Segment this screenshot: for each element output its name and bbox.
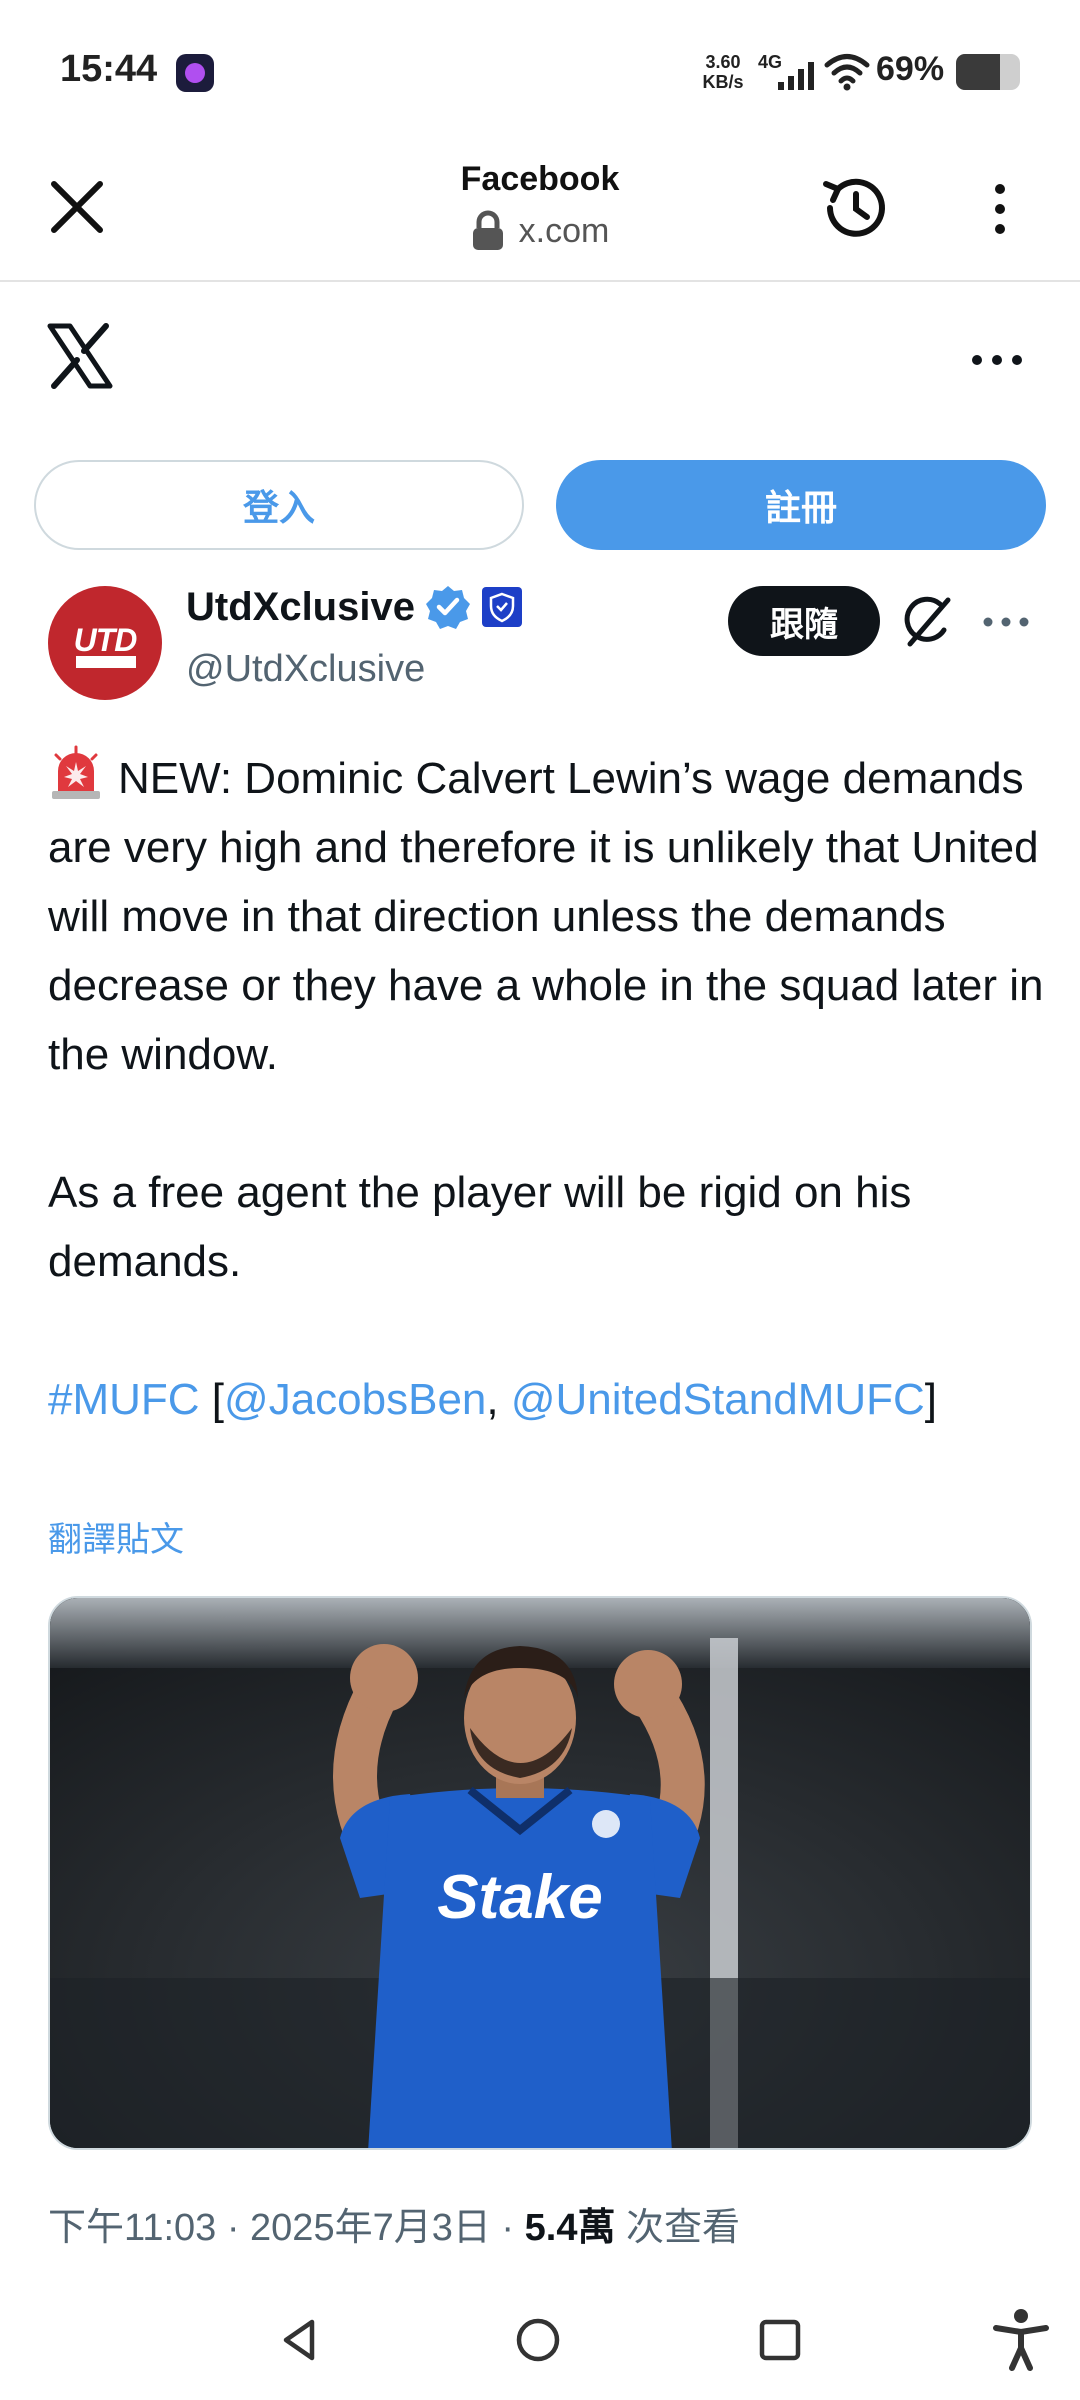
status-time: 15:44 (60, 48, 158, 90)
author-handle[interactable]: @UtdXclusive (186, 648, 425, 691)
affiliate-badge-icon (481, 587, 522, 627)
recent-apps-icon[interactable] (750, 2310, 810, 2370)
bracket-open: [ (211, 1375, 225, 1424)
follow-button[interactable]: 跟隨 (728, 586, 880, 656)
signal-icon (778, 62, 814, 90)
views-label: 次查看 (615, 2207, 741, 2249)
browser-toolbar: Facebook x.com (0, 140, 1080, 282)
verified-badge-icon (425, 586, 470, 629)
battery-fill (956, 54, 1001, 90)
close-icon[interactable] (44, 174, 110, 240)
tweet-meta: 下午11:03 · 2025年7月3日 · 5.4萬 次查看 (48, 2196, 740, 2251)
status-bar: 15:44 3.60 KB/s 4G 69% (0, 0, 1080, 140)
tweet-image[interactable]: Stake (48, 1596, 1032, 2150)
alarm-icon (52, 745, 100, 799)
more-icon[interactable] (970, 350, 1024, 370)
lock-icon (472, 210, 503, 250)
avatar-logo-band (76, 656, 136, 668)
signup-button[interactable]: 註冊 (556, 460, 1046, 550)
tweet-text: NEW: Dominic Calvert Lewin’s wage demand… (48, 744, 1048, 1434)
wifi-icon (824, 54, 870, 91)
tweet-tags: #MUFC [@JacobsBen, @UnitedStandMUFC] (48, 1365, 1048, 1434)
battery-percent: 69% (876, 50, 945, 88)
tweet-timestamp[interactable]: 下午11:03 · 2025年7月3日 · (48, 2207, 525, 2249)
tweet-paragraph-2: As a free agent the player will be rigid… (48, 1168, 912, 1286)
app-notification-icon (176, 54, 214, 92)
url-bar[interactable]: x.com (340, 206, 740, 256)
more-icon[interactable] (982, 612, 1030, 632)
x-header (0, 284, 1080, 434)
browser-page-title: Facebook (460, 160, 620, 198)
history-icon[interactable] (816, 168, 896, 248)
svg-text:Stake: Stake (437, 1863, 602, 1932)
player-photo: Stake (50, 1598, 1030, 2148)
avatar-logo-text: UTD (73, 622, 138, 658)
back-icon[interactable] (270, 2310, 330, 2370)
network-speed: 3.60 KB/s (698, 52, 748, 92)
accessibility-icon[interactable] (986, 2304, 1056, 2374)
author-name-row: UtdXclusive (186, 584, 523, 630)
author-name[interactable]: UtdXclusive (186, 585, 415, 630)
login-button[interactable]: 登入 (34, 460, 524, 550)
tweet-paragraph-1-text: NEW: Dominic Calvert Lewin’s wage demand… (48, 754, 1044, 1079)
bracket-close: ] (924, 1375, 938, 1424)
network-speed-value: 3.60 (705, 52, 741, 72)
url-text: x.com (518, 211, 610, 250)
network-speed-unit: KB/s (702, 72, 744, 92)
kebab-menu-icon[interactable] (980, 176, 1020, 242)
battery-icon (956, 54, 1020, 90)
grok-icon[interactable] (900, 594, 956, 650)
x-logo-icon[interactable] (46, 322, 114, 390)
home-icon[interactable] (508, 2310, 568, 2370)
tweet-paragraph-1: NEW: Dominic Calvert Lewin’s wage demand… (48, 744, 1048, 1089)
views-count: 5.4萬 (524, 2207, 616, 2249)
translate-post-link[interactable]: 翻譯貼文 (48, 1512, 184, 1561)
mention-separator: , (486, 1375, 511, 1424)
mention-link-jacobsben[interactable]: @JacobsBen (224, 1375, 486, 1424)
system-nav-bar (0, 2280, 1080, 2400)
hashtag-link[interactable]: #MUFC (48, 1375, 200, 1424)
avatar[interactable]: UTD (48, 586, 162, 700)
mention-link-unitedstandmufc[interactable]: @UnitedStandMUFC (511, 1375, 925, 1424)
